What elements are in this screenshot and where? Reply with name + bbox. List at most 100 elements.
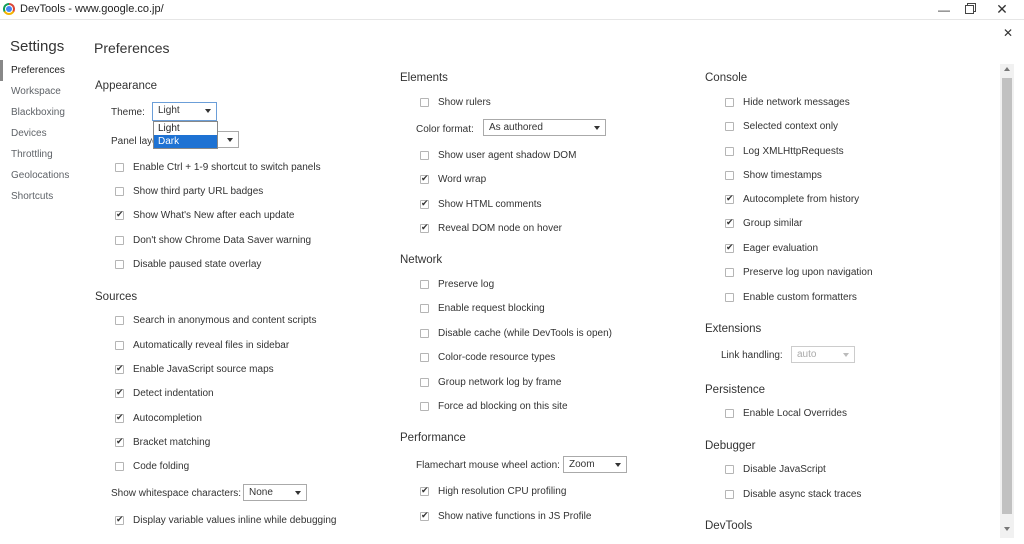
checkbox[interactable] xyxy=(115,340,124,350)
flamechart-select[interactable]: Zoom xyxy=(563,456,627,473)
checkbox[interactable] xyxy=(115,412,124,423)
window-close-button[interactable]: ✕ xyxy=(988,0,1016,19)
checkbox-row[interactable]: Don't show Chrome Data Saver warning xyxy=(115,232,311,248)
checkbox-row[interactable]: Log XMLHttpRequests xyxy=(725,143,844,159)
checkbox-row[interactable]: Enable custom formatters xyxy=(725,289,857,305)
checkbox-row[interactable]: Search in anonymous and content scripts xyxy=(115,312,316,328)
checkbox[interactable] xyxy=(725,170,734,180)
sidebar-item-throttling[interactable]: Throttling xyxy=(0,144,80,165)
checkbox-row[interactable]: Show What's New after each update xyxy=(115,207,294,223)
checkbox[interactable] xyxy=(115,162,124,172)
sidebar-item-preferences[interactable]: Preferences xyxy=(0,60,80,81)
checkbox[interactable] xyxy=(420,328,429,338)
checkbox-row[interactable]: Show rulers xyxy=(420,94,491,110)
sidebar-item-geolocations[interactable]: Geolocations xyxy=(0,165,80,186)
scroll-up-icon[interactable] xyxy=(1004,67,1010,71)
checkbox[interactable] xyxy=(725,408,734,418)
checkbox[interactable] xyxy=(115,209,124,220)
checkbox[interactable] xyxy=(725,464,734,474)
checkbox[interactable] xyxy=(420,401,429,411)
checkbox[interactable] xyxy=(725,97,734,107)
checkbox[interactable] xyxy=(115,461,124,471)
checkbox-row[interactable]: Color-code resource types xyxy=(420,349,555,365)
checkbox[interactable] xyxy=(115,259,124,269)
checkbox[interactable] xyxy=(420,97,429,107)
theme-option-dark[interactable]: Dark xyxy=(154,135,217,148)
checkbox-row[interactable]: Group similar xyxy=(725,215,802,231)
checkbox-row[interactable]: Preserve log upon navigation xyxy=(725,264,873,280)
checkbox-row[interactable]: Reveal DOM node on hover xyxy=(420,220,562,236)
checkbox-row[interactable]: Disable JavaScript xyxy=(725,461,826,477)
checkbox[interactable] xyxy=(115,363,124,374)
checkbox[interactable] xyxy=(115,387,124,398)
sidebar-item-devices[interactable]: Devices xyxy=(0,123,80,144)
checkbox[interactable] xyxy=(420,279,429,289)
checkbox-label: Disable JavaScript xyxy=(743,463,826,475)
checkbox[interactable] xyxy=(115,235,124,245)
checkbox-row[interactable]: Force ad blocking on this site xyxy=(420,398,568,414)
checkbox[interactable] xyxy=(115,186,124,196)
checkbox-row[interactable]: Autocompletion xyxy=(115,410,202,426)
checkbox[interactable] xyxy=(725,267,734,277)
checkbox[interactable] xyxy=(725,121,734,131)
checkbox[interactable] xyxy=(420,150,429,160)
checkbox-row[interactable]: Preserve log xyxy=(420,276,494,292)
checkbox-row[interactable]: Show native functions in JS Profile xyxy=(420,508,591,524)
theme-select[interactable]: Light xyxy=(152,102,217,121)
checkbox[interactable] xyxy=(420,377,429,387)
checkbox[interactable] xyxy=(115,514,124,525)
checkbox-row[interactable]: Eager evaluation xyxy=(725,240,818,256)
checkbox[interactable] xyxy=(725,146,734,156)
checkbox[interactable] xyxy=(115,436,124,447)
checkbox[interactable] xyxy=(115,315,124,325)
checkbox[interactable] xyxy=(420,352,429,362)
whitespace-select[interactable]: None xyxy=(243,484,307,501)
checkbox-row[interactable]: Show user agent shadow DOM xyxy=(420,147,576,163)
checkbox-row[interactable]: Enable JavaScript source maps xyxy=(115,361,274,377)
checkbox[interactable] xyxy=(725,489,734,499)
checkbox-row[interactable]: Word wrap xyxy=(420,171,486,187)
sidebar-item-workspace[interactable]: Workspace xyxy=(0,81,80,102)
checkbox-row[interactable]: Group network log by frame xyxy=(420,374,561,390)
scrollbar-thumb[interactable] xyxy=(1002,78,1012,514)
color-format-select[interactable]: As authored xyxy=(483,119,606,136)
checkbox-row[interactable]: Code folding xyxy=(115,458,189,474)
checkbox[interactable] xyxy=(725,292,734,302)
checkbox[interactable] xyxy=(420,173,429,184)
checkbox[interactable] xyxy=(420,222,429,233)
minimize-button[interactable]: — xyxy=(930,0,958,19)
checkbox-row[interactable]: Disable async stack traces xyxy=(725,486,861,502)
checkbox-row[interactable]: Enable Local Overrides xyxy=(725,405,847,421)
restore-button[interactable] xyxy=(955,0,983,19)
checkbox-row[interactable]: Autocomplete from history xyxy=(725,191,859,207)
checkbox-row[interactable]: Display variable values inline while deb… xyxy=(115,512,336,528)
checkbox[interactable] xyxy=(725,242,734,253)
settings-close-icon[interactable]: ✕ xyxy=(1003,26,1013,40)
checkbox-row[interactable]: Detect indentation xyxy=(115,385,214,401)
scroll-down-icon[interactable] xyxy=(1004,527,1010,531)
checkbox[interactable] xyxy=(725,193,734,204)
checkbox[interactable] xyxy=(725,217,734,228)
checkbox-label: Reveal DOM node on hover xyxy=(438,222,562,234)
checkbox-row[interactable]: Selected context only xyxy=(725,118,838,134)
checkbox-row[interactable]: Enable Ctrl + 1-9 shortcut to switch pan… xyxy=(115,159,321,175)
sidebar-item-blackboxing[interactable]: Blackboxing xyxy=(0,102,80,123)
checkbox[interactable] xyxy=(420,198,429,209)
checkbox-row[interactable]: Show HTML comments xyxy=(420,196,542,212)
checkbox-row[interactable]: High resolution CPU profiling xyxy=(420,483,566,499)
link-handling-select[interactable]: auto xyxy=(791,346,855,363)
vertical-scrollbar[interactable] xyxy=(1000,64,1014,538)
checkbox-row[interactable]: Show timestamps xyxy=(725,167,822,183)
checkbox-row[interactable]: Hide network messages xyxy=(725,94,850,110)
checkbox-row[interactable]: Show third party URL badges xyxy=(115,183,263,199)
checkbox-row[interactable]: Bracket matching xyxy=(115,434,210,450)
checkbox[interactable] xyxy=(420,485,429,496)
sidebar-item-shortcuts[interactable]: Shortcuts xyxy=(0,186,80,207)
checkbox-row[interactable]: Enable request blocking xyxy=(420,300,545,316)
theme-option-light[interactable]: Light xyxy=(154,122,217,135)
checkbox-row[interactable]: Disable paused state overlay xyxy=(115,256,261,272)
checkbox[interactable] xyxy=(420,510,429,521)
checkbox-row[interactable]: Disable cache (while DevTools is open) xyxy=(420,325,612,341)
checkbox[interactable] xyxy=(420,303,429,313)
checkbox-row[interactable]: Automatically reveal files in sidebar xyxy=(115,337,289,353)
